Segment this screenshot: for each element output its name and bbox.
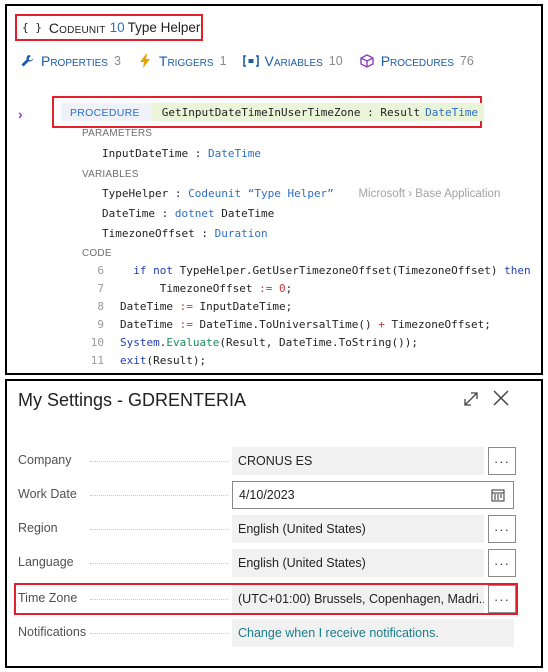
codeunit-title: { } Codeunit 10 Type Helper [15, 14, 203, 41]
calendar-icon[interactable] [491, 488, 505, 502]
procedure-tag: PROCEDURE [61, 103, 152, 121]
variable-row: TimezoneOffset : Duration [102, 227, 268, 240]
code-line: 10 System.Evaluate(Result, DateTime.ToStr… [90, 336, 419, 349]
expand-icon[interactable] [462, 390, 480, 408]
variables-heading: VARIABLES [82, 169, 139, 180]
procedure-signature: GetInputDateTimeInUserTimeZone : Result … [151, 103, 485, 121]
code-line: 6 if not TypeHelper.GetUserTimezoneOffse… [97, 264, 531, 277]
variable-source: Microsoft › Base Application [358, 188, 501, 200]
cube-icon [359, 54, 375, 68]
language-label: Language [18, 555, 74, 569]
variable-row: TypeHelper : Codeunit “Type Helper” Micr… [102, 187, 501, 200]
time-zone-row: Time Zone (UTC+01:00) Brussels, Copenhag… [18, 585, 518, 613]
parameters-heading: PARAMETERS [82, 128, 153, 139]
notifications-field: Change when I receive notifications. [232, 619, 514, 647]
company-more-button[interactable]: ··· [488, 447, 516, 475]
company-row: Company CRONUS ES ··· [18, 447, 518, 475]
variable-icon [242, 54, 259, 68]
variable-row: DateTime : dotnet DateTime [102, 207, 275, 220]
codeunit-name: Type Helper [127, 20, 201, 35]
time-zone-more-button[interactable]: ··· [488, 585, 516, 613]
procedure-return-type: DateTime [425, 105, 479, 119]
region-row: Region English (United States) ··· [18, 515, 518, 543]
language-more-button[interactable]: ··· [488, 549, 516, 577]
tab-properties[interactable]: Properties 3 [19, 53, 121, 69]
time-zone-label: Time Zone [18, 591, 78, 605]
braces-icon: { } [22, 21, 42, 34]
tab-bar: Properties 3 Triggers 1 Variables 10 Pro… [19, 53, 490, 69]
procedure-header[interactable]: PROCEDURE GetInputDateTimeInUserTimeZone… [61, 103, 485, 121]
codeunit-kind: Codeunit [48, 19, 106, 36]
notifications-label: Notifications [18, 625, 87, 639]
code-line: 7 TimezoneOffset := 0; [97, 282, 293, 295]
tab-procedures[interactable]: Procedures 76 [359, 53, 474, 69]
work-date-field[interactable]: 4/10/2023 [232, 481, 514, 509]
lightning-icon [137, 54, 153, 68]
chevron-right-icon[interactable]: › [18, 106, 23, 122]
time-zone-field[interactable]: (UTC+01:00) Brussels, Copenhagen, Madri.… [232, 585, 484, 613]
code-line: 8 DateTime := InputDateTime; [97, 300, 293, 313]
procedure-highlight: PROCEDURE GetInputDateTimeInUserTimeZone… [52, 96, 485, 128]
company-field[interactable]: CRONUS ES [232, 447, 484, 475]
wrench-icon [19, 54, 35, 68]
language-row: Language English (United States) ··· [18, 549, 518, 577]
region-label: Region [18, 521, 58, 535]
codeunit-number: 10 [109, 20, 125, 35]
notifications-row: Notifications Change when I receive noti… [18, 619, 518, 647]
work-date-label: Work Date [18, 487, 77, 501]
language-field[interactable]: English (United States) [232, 549, 484, 577]
dialog-title: My Settings - GDRENTERIA [18, 390, 247, 410]
notifications-link[interactable]: Change when I receive notifications. [238, 626, 439, 640]
code-line: 9 DateTime := DateTime.ToUniversalTime() … [97, 318, 491, 331]
close-icon[interactable] [491, 388, 511, 408]
region-more-button[interactable]: ··· [488, 515, 516, 543]
parameter-row: InputDateTime : DateTime [102, 147, 261, 160]
code-heading: CODE [82, 248, 112, 259]
tab-triggers[interactable]: Triggers 1 [137, 53, 227, 69]
work-date-row: Work Date 4/10/2023 [18, 481, 518, 509]
region-field[interactable]: English (United States) [232, 515, 484, 543]
code-line: 11 exit(Result); [90, 354, 207, 367]
my-settings-dialog: My Settings - GDRENTERIA Company CRONUS … [5, 379, 543, 668]
tab-variables[interactable]: Variables 10 [242, 53, 343, 69]
code-explorer-panel: { } Codeunit 10 Type Helper Properties 3… [5, 4, 543, 375]
company-label: Company [18, 453, 72, 467]
code-block: 6 if not TypeHelper.GetUserTimezoneOffse… [82, 264, 531, 372]
